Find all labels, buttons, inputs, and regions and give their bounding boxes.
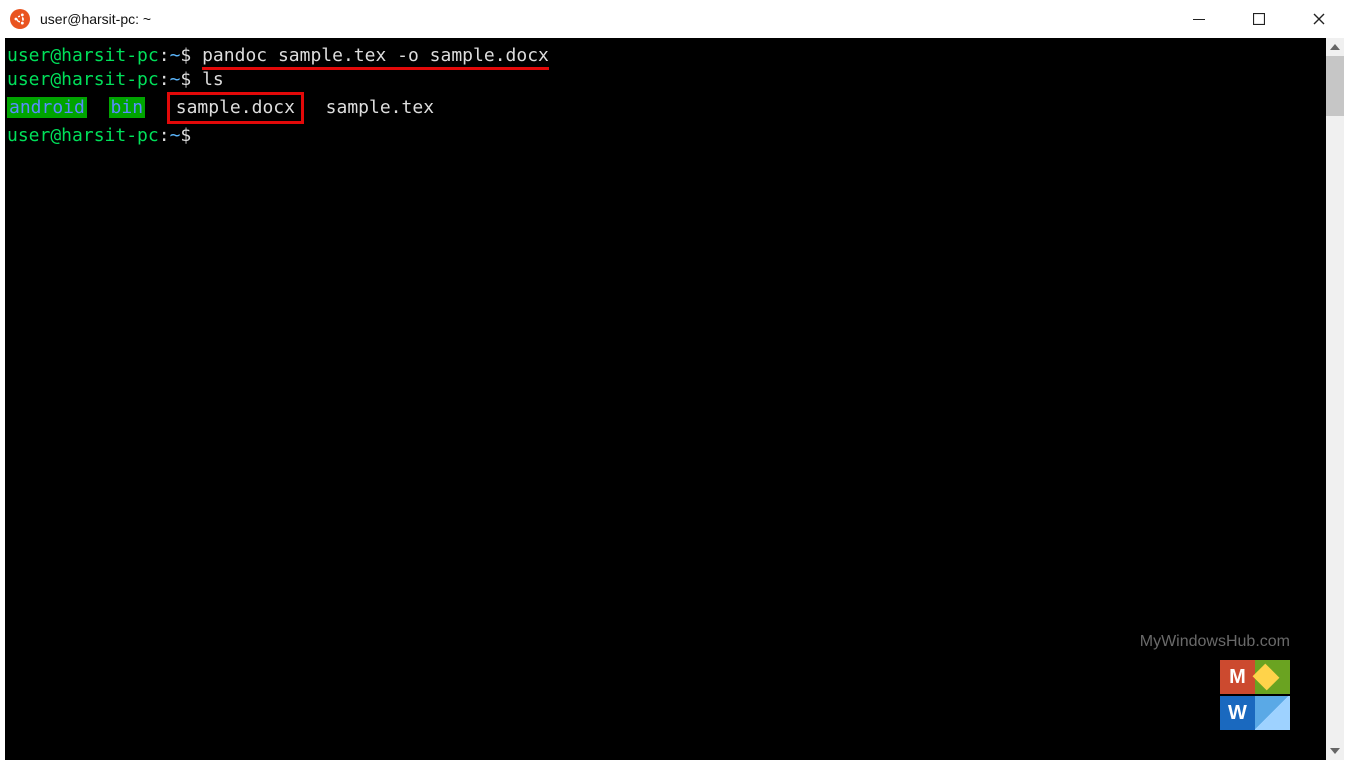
terminal-line: user@harsit-pc:~$ — [7, 124, 1324, 148]
terminal-line: user@harsit-pc:~$ pandoc sample.tex -o s… — [7, 44, 1324, 68]
ls-dir: bin — [109, 97, 146, 118]
maximize-icon — [1253, 13, 1265, 25]
prompt-symbol: $ — [180, 125, 191, 146]
prompt-user: user@harsit-pc — [7, 69, 159, 90]
ls-file: sample.docx — [176, 97, 295, 118]
prompt-user: user@harsit-pc — [7, 125, 159, 146]
scrollbar-thumb[interactable] — [1326, 56, 1344, 116]
ubuntu-icon — [10, 9, 30, 29]
terminal-line: android bin sample.docx sample.tex — [7, 92, 1324, 124]
terminal-body-wrap: user@harsit-pc:~$ pandoc sample.tex -o s… — [5, 38, 1344, 760]
prompt-symbol: $ — [180, 45, 191, 66]
close-button[interactable] — [1289, 0, 1349, 38]
prompt-path: ~ — [170, 125, 181, 146]
ls-dir: android — [7, 97, 87, 118]
prompt-path: ~ — [170, 45, 181, 66]
vertical-scrollbar[interactable] — [1326, 38, 1344, 760]
highlight-box: sample.docx — [167, 92, 304, 124]
prompt-path: ~ — [170, 69, 181, 90]
terminal-viewport[interactable]: user@harsit-pc:~$ pandoc sample.tex -o s… — [5, 38, 1326, 760]
terminal-window: user@harsit-pc: ~ user@harsit-pc:~$ pand… — [0, 0, 1349, 765]
watermark-text: MyWindowsHub.com — [1140, 630, 1290, 654]
watermark-logo-icon: M W — [1140, 660, 1290, 730]
command-ls: ls — [202, 69, 224, 90]
window-controls — [1169, 0, 1349, 38]
ls-file: sample.tex — [326, 97, 434, 118]
scroll-up-icon[interactable] — [1326, 38, 1344, 56]
watermark: MyWindowsHub.com M W — [1140, 630, 1290, 730]
command-pandoc: pandoc sample.tex -o sample.docx — [202, 45, 549, 70]
close-icon — [1313, 13, 1325, 25]
titlebar[interactable]: user@harsit-pc: ~ — [0, 0, 1349, 38]
minimize-icon — [1193, 19, 1205, 20]
maximize-button[interactable] — [1229, 0, 1289, 38]
window-title: user@harsit-pc: ~ — [40, 11, 151, 27]
prompt-symbol: $ — [180, 69, 191, 90]
scrollbar-track[interactable] — [1326, 56, 1344, 742]
terminal-line: user@harsit-pc:~$ ls — [7, 68, 1324, 92]
prompt-user: user@harsit-pc — [7, 45, 159, 66]
minimize-button[interactable] — [1169, 0, 1229, 38]
scroll-down-icon[interactable] — [1326, 742, 1344, 760]
